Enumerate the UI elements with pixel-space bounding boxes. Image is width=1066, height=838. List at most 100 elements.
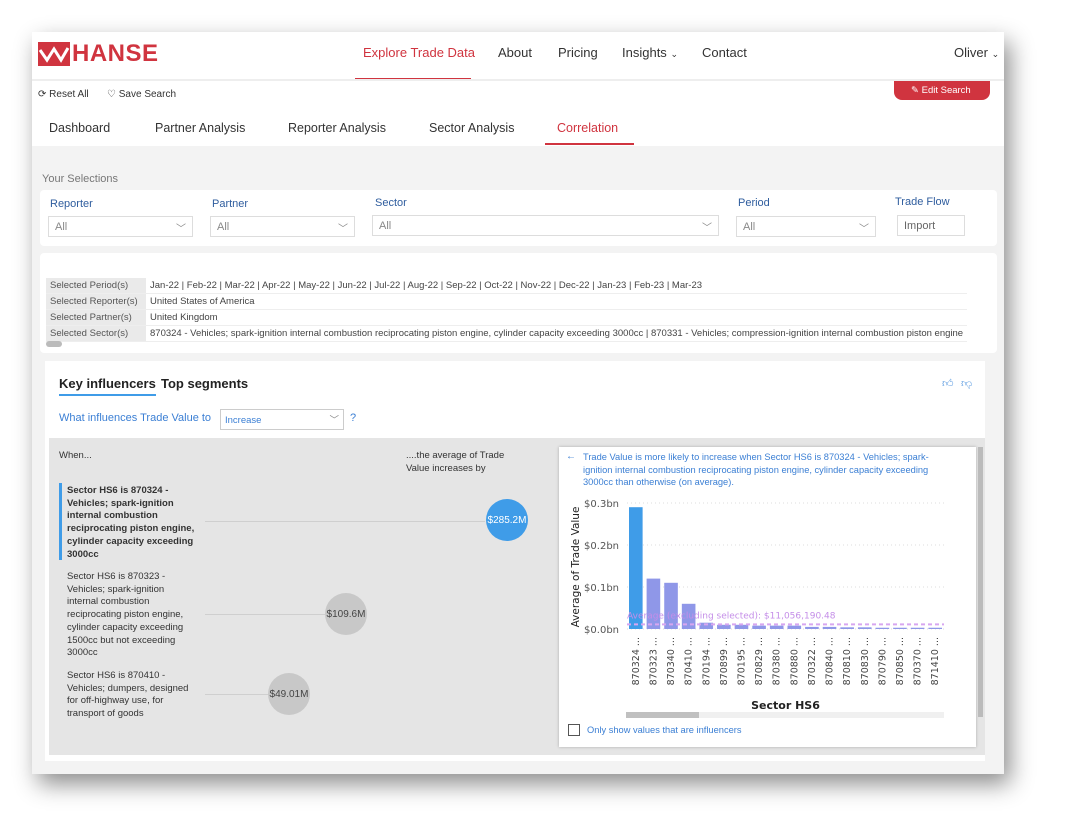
influencer-item[interactable]: Sector HS6 is 870323 - Vehicles; spark-i… bbox=[67, 571, 197, 660]
bar bbox=[840, 627, 854, 629]
partner-value: All bbox=[217, 221, 230, 233]
reset-all-button[interactable]: ⟳ Reset All bbox=[38, 89, 89, 100]
x-tick-label: 870322 ... bbox=[807, 637, 818, 685]
chart-scrollbar-track[interactable] bbox=[626, 712, 944, 718]
increase-dropdown[interactable]: Increase ﹀ bbox=[220, 409, 344, 430]
bar bbox=[734, 624, 749, 629]
tab-sector-analysis[interactable]: Sector Analysis bbox=[429, 121, 514, 135]
influencer-bubble[interactable]: $109.6M bbox=[325, 593, 367, 635]
reporter-select[interactable]: All ﹀ bbox=[48, 216, 193, 237]
table-row: Selected Sector(s) 870324 - Vehicles; spa… bbox=[46, 325, 968, 342]
row-value: United States of America bbox=[146, 293, 968, 310]
x-tick-label: 870340 ... bbox=[666, 637, 677, 685]
avg-header: ....the average of Trade Value increases… bbox=[406, 450, 505, 474]
vertical-scrollbar[interactable] bbox=[978, 447, 983, 717]
x-tick-label: 870850 ... bbox=[895, 637, 906, 685]
bar bbox=[769, 625, 784, 629]
x-tick-label: 870810 ... bbox=[842, 637, 853, 685]
bar bbox=[893, 627, 907, 629]
row-key: Selected Reporter(s) bbox=[46, 293, 146, 310]
influencer-bubble[interactable]: $49.01M bbox=[268, 673, 310, 715]
row-value: 870324 - Vehicles; spark-ignition intern… bbox=[146, 325, 968, 342]
tab-correlation[interactable]: Correlation bbox=[557, 121, 618, 135]
summary-panel: Selected Period(s) Jan-22 | Feb-22 | Mar-… bbox=[40, 253, 997, 353]
x-tick-label: 870323 ... bbox=[648, 637, 659, 685]
horizontal-scrollbar[interactable] bbox=[46, 341, 62, 347]
influencer-item[interactable]: Sector HS6 is 870410 - Vehicles; dumpers… bbox=[67, 670, 202, 721]
y-tick-label: $0.3bn bbox=[584, 499, 619, 510]
connector-line bbox=[205, 694, 269, 695]
influencers-area: When... ....the average of Trade Value i… bbox=[49, 438, 985, 755]
nav-pricing[interactable]: Pricing bbox=[558, 45, 598, 60]
x-tick-label: 870830 ... bbox=[860, 637, 871, 685]
summary-table: Selected Period(s) Jan-22 | Feb-22 | Mar-… bbox=[46, 278, 968, 342]
partner-label: Partner bbox=[212, 198, 249, 210]
thumbs-up-icon[interactable]: 👍︎ bbox=[942, 377, 954, 390]
x-tick-label: 870840 ... bbox=[825, 637, 836, 685]
trade-flow-label: Trade Flow bbox=[895, 196, 950, 208]
x-tick-label: 870194 ... bbox=[701, 637, 712, 685]
tab-partner-analysis[interactable]: Partner Analysis bbox=[155, 121, 245, 135]
table-row: Selected Partner(s) United Kingdom bbox=[46, 309, 968, 326]
influencer-item[interactable]: Sector HS6 is 870324 - Vehicles; spark-i… bbox=[67, 485, 197, 561]
x-tick-label: 870880 ... bbox=[789, 637, 800, 685]
influencers-checkbox[interactable] bbox=[568, 724, 580, 736]
bar bbox=[928, 627, 942, 629]
nav-contact[interactable]: Contact bbox=[702, 45, 747, 60]
row-value: United Kingdom bbox=[146, 309, 968, 326]
table-row: Selected Period(s) Jan-22 | Feb-22 | Mar-… bbox=[46, 278, 968, 294]
header: HANSE Explore Trade Data About Pricing I… bbox=[32, 32, 1004, 146]
reporter-value: All bbox=[55, 221, 68, 233]
bar bbox=[752, 625, 766, 629]
save-search-button[interactable]: ♡ Save Search bbox=[107, 89, 176, 100]
x-tick-label: 871410 ... bbox=[930, 637, 941, 685]
y-tick-label: $0.0bn bbox=[584, 625, 619, 636]
nav-insights[interactable]: Insights ⌄ bbox=[622, 45, 678, 60]
tab-key-influencers[interactable]: Key influencers bbox=[59, 376, 156, 396]
edit-label: Edit Search bbox=[921, 85, 971, 96]
table-row: Selected Reporter(s) United States of Ame… bbox=[46, 293, 968, 310]
sector-select[interactable]: All ﹀ bbox=[372, 215, 719, 236]
x-tick-label: 870370 ... bbox=[913, 637, 924, 685]
tab-reporter-analysis[interactable]: Reporter Analysis bbox=[288, 121, 386, 135]
x-tick-label: 870899 ... bbox=[719, 637, 730, 685]
brand-name: HANSE bbox=[72, 40, 159, 67]
filters-panel: Reporter All ﹀ Partner All ﹀ Sector All ﹀ P… bbox=[40, 190, 997, 246]
heart-icon: ♡ bbox=[107, 89, 116, 100]
chart-scrollbar-thumb[interactable] bbox=[626, 712, 699, 718]
trade-flow-input[interactable]: Import bbox=[897, 215, 965, 236]
chevron-down-icon: ﹀ bbox=[702, 223, 712, 234]
y-tick-label: $0.2bn bbox=[584, 541, 619, 552]
period-select[interactable]: All ﹀ bbox=[736, 216, 876, 237]
tab-active-underline bbox=[545, 143, 634, 145]
tab-top-segments[interactable]: Top segments bbox=[161, 376, 248, 391]
help-icon[interactable]: ? bbox=[350, 412, 356, 424]
page: HANSE Explore Trade Data About Pricing I… bbox=[32, 32, 1004, 774]
reset-label: Reset All bbox=[49, 89, 89, 100]
bar bbox=[664, 582, 678, 629]
x-tick-label: 870195 ... bbox=[736, 637, 747, 685]
tab-dashboard[interactable]: Dashboard bbox=[49, 121, 110, 135]
nav-about[interactable]: About bbox=[498, 45, 532, 60]
reference-label: Average (excluding selected): $11,056,19… bbox=[627, 611, 836, 621]
bar bbox=[875, 627, 890, 629]
thumbs-down-icon[interactable]: 👎︎ bbox=[961, 377, 972, 390]
sector-label: Sector bbox=[375, 197, 407, 209]
selected-indicator bbox=[59, 483, 62, 560]
edit-search-button[interactable]: ✎ Edit Search bbox=[894, 81, 990, 100]
partner-select[interactable]: All ﹀ bbox=[210, 216, 355, 237]
chevron-down-icon: ⌄ bbox=[991, 49, 1000, 59]
influencer-bubble[interactable]: $285.2M bbox=[486, 499, 528, 541]
logo[interactable]: HANSE bbox=[38, 40, 159, 68]
refresh-icon: ⟳ bbox=[38, 89, 47, 100]
y-tick-label: $0.1bn bbox=[584, 583, 619, 594]
nav-explore[interactable]: Explore Trade Data bbox=[363, 45, 475, 60]
nav-insights-label: Insights bbox=[622, 45, 667, 60]
user-name: Oliver bbox=[954, 45, 988, 60]
y-axis-title: Average of Trade Value bbox=[570, 507, 582, 628]
when-label: When... bbox=[59, 450, 92, 461]
bar bbox=[910, 627, 925, 629]
bar bbox=[822, 626, 837, 629]
user-menu[interactable]: Oliver ⌄ bbox=[954, 45, 999, 60]
edit-icon: ✎ bbox=[911, 85, 919, 96]
